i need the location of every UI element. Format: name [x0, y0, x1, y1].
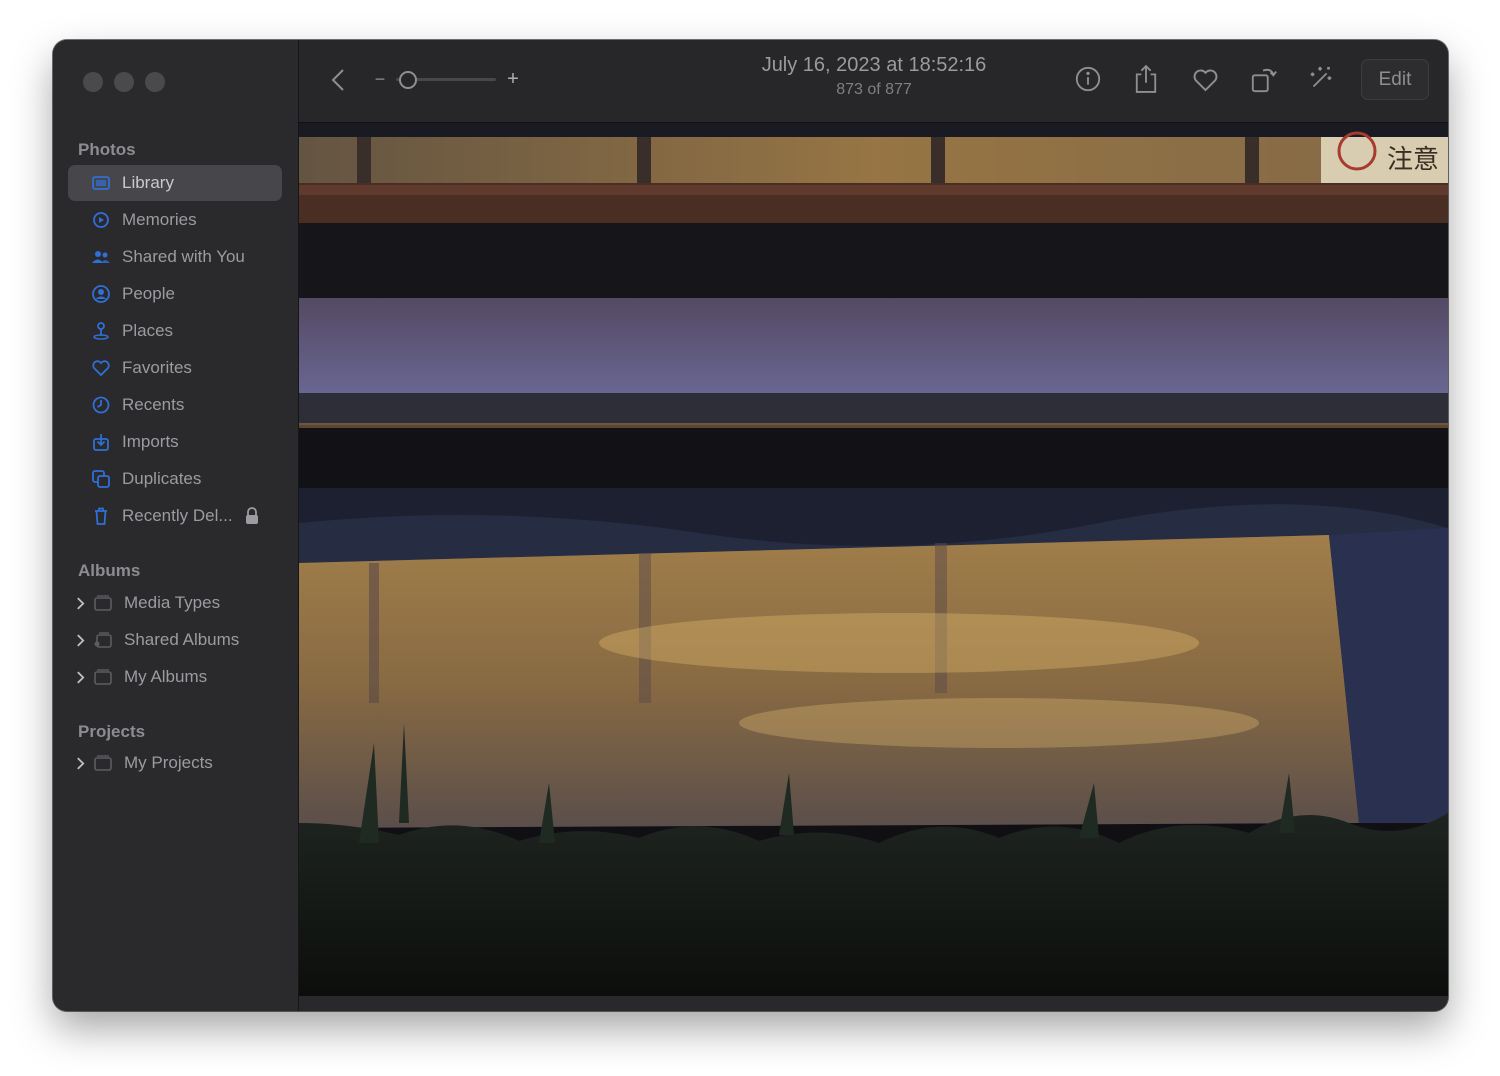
- sidebar-item-favorites[interactable]: Favorites: [68, 350, 282, 386]
- sidebar-item-recently-deleted[interactable]: Recently Del...: [68, 498, 282, 534]
- sidebar-item-duplicates[interactable]: Duplicates: [68, 461, 282, 497]
- share-button[interactable]: [1131, 62, 1161, 96]
- sidebar-item-label: Places: [122, 321, 174, 340]
- shared-with-you-icon: [90, 246, 112, 268]
- magic-wand-icon: [1310, 66, 1332, 88]
- trash-icon: [90, 505, 112, 527]
- sidebar-item-library[interactable]: Library: [68, 165, 282, 201]
- section-title-projects: Projects: [78, 722, 146, 741]
- favorite-button[interactable]: [1190, 65, 1220, 93]
- sidebar-item-label: Shared with You: [122, 247, 245, 266]
- zoom-in-button[interactable]: +: [505, 66, 521, 92]
- window-controls: [83, 72, 165, 92]
- auto-enhance-button[interactable]: [1305, 63, 1337, 95]
- sidebar-item-label: My Albums: [124, 667, 208, 686]
- zoom-window-button[interactable]: [145, 72, 165, 92]
- chevron-right-icon[interactable]: [76, 596, 86, 610]
- sidebar-item-label: Favorites: [122, 358, 192, 377]
- sidebar-item-label: Shared Albums: [124, 630, 240, 649]
- chevron-right-icon[interactable]: [76, 633, 86, 647]
- memories-icon: [90, 209, 112, 231]
- heart-icon: [90, 357, 112, 379]
- sidebar-item-label: People: [122, 284, 175, 303]
- sidebar-item-my-albums[interactable]: My Albums: [68, 659, 282, 695]
- chevron-right-icon[interactable]: [76, 756, 86, 770]
- zoom-out-button[interactable]: −: [373, 67, 387, 91]
- sidebar-item-media-types[interactable]: Media Types: [68, 585, 282, 621]
- toolbar: − + July 16, 2023 at 18:52:16 873 of 877…: [299, 40, 1448, 123]
- rotate-icon: [1251, 68, 1277, 93]
- sidebar-item-label: Library: [122, 173, 174, 192]
- sidebar-item-my-projects[interactable]: My Projects: [68, 745, 282, 781]
- sidebar-item-shared-with-you[interactable]: Shared with You: [68, 239, 282, 275]
- sidebar-item-people[interactable]: People: [68, 276, 282, 312]
- folder-icon: [92, 752, 114, 774]
- sidebar-item-label: Recents: [122, 395, 185, 414]
- places-icon: [90, 320, 112, 342]
- duplicates-icon: [90, 468, 112, 490]
- sidebar-item-label: Imports: [122, 432, 179, 451]
- folder-icon: [92, 592, 114, 614]
- sidebar-item-shared-albums[interactable]: Shared Albums: [68, 622, 282, 658]
- photo-position-count: 873 of 877: [836, 81, 912, 98]
- photo-viewer[interactable]: 注意: [299, 123, 1448, 996]
- lock-icon: [245, 507, 259, 525]
- photo-date-title: July 16, 2023 at 18:52:16: [761, 54, 987, 76]
- chevron-left-icon: [331, 69, 344, 91]
- clock-icon: [90, 394, 112, 416]
- chevron-right-icon[interactable]: [76, 670, 86, 684]
- zoom-slider-knob[interactable]: [399, 71, 417, 89]
- sidebar-item-imports[interactable]: Imports: [68, 424, 282, 460]
- share-icon: [1135, 64, 1157, 93]
- library-icon: [90, 172, 112, 194]
- heart-outline-icon: [1193, 69, 1217, 91]
- night-lake-photo: 注意: [299, 123, 1448, 996]
- section-title-albums: Albums: [78, 561, 141, 580]
- close-window-button[interactable]: [83, 72, 103, 92]
- sidebar-item-label: Memories: [122, 210, 197, 229]
- section-title-photos: Photos: [78, 140, 136, 159]
- back-button[interactable]: [327, 66, 349, 94]
- photo-title-block: July 16, 2023 at 18:52:16 873 of 877: [699, 54, 1049, 99]
- edit-button[interactable]: Edit: [1361, 59, 1429, 100]
- sidebar-item-label: Recently Del...: [122, 506, 233, 525]
- rotate-button[interactable]: [1249, 62, 1279, 96]
- sidebar-item-places[interactable]: Places: [68, 313, 282, 349]
- bottom-filmstrip-bar: [299, 996, 1448, 1011]
- sidebar-item-recents[interactable]: Recents: [68, 387, 282, 423]
- photos-window: Photos Library Memories Shared with You …: [53, 40, 1448, 1011]
- info-button[interactable]: [1073, 64, 1103, 94]
- sign-text: 注意: [1387, 145, 1439, 175]
- shared-folder-icon: [92, 629, 114, 651]
- sidebar-item-label: My Projects: [124, 753, 213, 772]
- minimize-window-button[interactable]: [114, 72, 134, 92]
- info-icon: [1075, 66, 1101, 92]
- people-icon: [90, 283, 112, 305]
- import-icon: [90, 431, 112, 453]
- sidebar-item-memories[interactable]: Memories: [68, 202, 282, 238]
- sidebar: Photos Library Memories Shared with You …: [53, 40, 299, 1011]
- sidebar-item-label: Media Types: [124, 593, 221, 612]
- sidebar-item-label: Duplicates: [122, 469, 202, 488]
- folder-icon: [92, 666, 114, 688]
